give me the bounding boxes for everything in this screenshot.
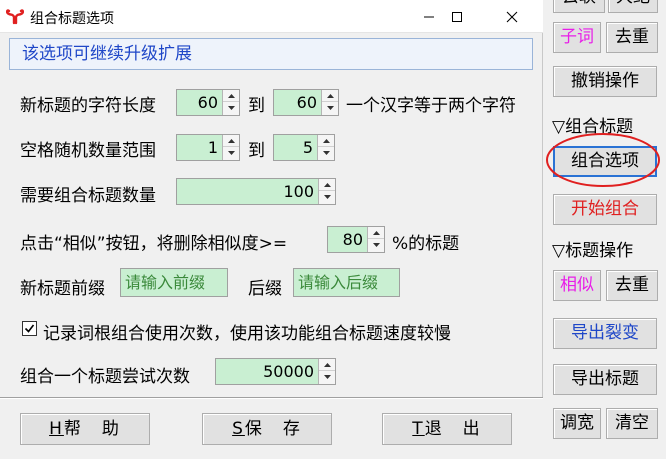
section-title-ops-label: ▽标题操作: [552, 241, 634, 261]
dedupe-button-2[interactable]: 去重: [606, 270, 658, 301]
spin-down-icon[interactable]: [319, 191, 335, 203]
spin-down-icon[interactable]: [322, 102, 338, 114]
export-split-button[interactable]: 导出裂变: [553, 318, 657, 349]
stepper-arrows: [367, 227, 384, 252]
title-bar[interactable]: 组合标题选项: [0, 0, 543, 33]
prefix-input[interactable]: 请输入前缀: [120, 268, 228, 297]
length-label: 新标题的字符长度: [20, 96, 156, 116]
exit-button[interactable]: T退 出: [382, 413, 512, 445]
similar-button[interactable]: 相似: [553, 270, 601, 301]
help-button[interactable]: H帮 助: [20, 413, 150, 445]
clear-button[interactable]: 清空: [606, 408, 658, 439]
tries-stepper[interactable]: 50000: [215, 358, 336, 385]
partial-button-right[interactable]: 大纪: [608, 0, 658, 13]
count-label: 需要组合标题数量: [20, 186, 156, 206]
dialog-footer: H帮 助 S保 存 T退 出: [0, 399, 543, 459]
exit-hotkey: T: [412, 419, 425, 439]
spin-down-icon[interactable]: [318, 147, 334, 159]
space-max-value[interactable]: 5: [274, 135, 316, 160]
stepper-arrows: [321, 90, 338, 115]
spin-up-icon[interactable]: [319, 179, 335, 191]
exit-button-label: 退 出: [424, 419, 482, 439]
spin-down-icon[interactable]: [223, 147, 239, 159]
checkmark-icon: [24, 324, 35, 333]
prefix-label: 新标题前缀: [20, 279, 105, 299]
suffix-label: 后缀: [248, 279, 282, 299]
spin-down-icon[interactable]: [319, 371, 335, 383]
similarity-value[interactable]: 80: [328, 227, 366, 252]
save-button[interactable]: S保 存: [202, 413, 332, 445]
info-banner: 该选项可继续升级扩展: [9, 38, 533, 70]
widen-button[interactable]: 调宽: [553, 408, 601, 439]
space-to-label: 到: [248, 141, 265, 161]
count-value[interactable]: 100: [177, 179, 317, 204]
stepper-arrows: [222, 90, 239, 115]
suffix-input[interactable]: 请输入后缀: [293, 268, 400, 297]
tries-label: 组合一个标题尝试次数: [20, 367, 190, 387]
maximize-button[interactable]: [434, 0, 480, 33]
help-button-label: 帮 助: [63, 419, 121, 439]
dedupe-button-1[interactable]: 去重: [606, 22, 658, 53]
help-hotkey: H: [49, 419, 64, 439]
length-max-value[interactable]: 60: [274, 90, 320, 115]
similarity-stepper[interactable]: 80: [327, 226, 385, 253]
length-min-stepper[interactable]: 60: [176, 89, 240, 116]
spin-up-icon[interactable]: [318, 135, 334, 147]
stepper-arrows: [222, 135, 239, 160]
similar-label: 点击“相似”按钮，将删除相似度>=: [20, 234, 288, 254]
similar-suffix: %的标题: [392, 234, 460, 254]
save-button-label: 保 存: [244, 419, 302, 439]
combine-options-button[interactable]: 组合选项: [553, 146, 657, 177]
space-label: 空格随机数量范围: [20, 141, 156, 161]
length-note: 一个汉字等于两个字符: [346, 96, 516, 116]
count-stepper[interactable]: 100: [176, 178, 336, 205]
red-ram-icon: [6, 9, 24, 25]
spin-up-icon[interactable]: [368, 227, 384, 239]
length-max-stepper[interactable]: 60: [273, 89, 339, 116]
spin-up-icon[interactable]: [322, 90, 338, 102]
stepper-arrows: [317, 135, 334, 160]
partial-button-left[interactable]: 去联: [553, 0, 605, 13]
stepper-arrows: [318, 179, 335, 204]
spin-up-icon[interactable]: [223, 90, 239, 102]
length-to-label: 到: [248, 96, 265, 116]
space-min-value[interactable]: 1: [177, 135, 221, 160]
stepper-arrows: [318, 359, 335, 384]
spin-up-icon[interactable]: [319, 359, 335, 371]
export-titles-button[interactable]: 导出标题: [553, 364, 657, 395]
save-hotkey: S: [232, 419, 245, 439]
undo-button[interactable]: 撤销操作: [553, 66, 657, 97]
record-checkbox[interactable]: [22, 321, 37, 336]
record-label[interactable]: 记录词根组合使用次数，使用该功能组合标题速度较慢: [43, 319, 451, 344]
spin-down-icon[interactable]: [368, 239, 384, 251]
close-icon: [506, 11, 518, 22]
start-combine-button[interactable]: 开始组合: [553, 194, 657, 225]
spin-down-icon[interactable]: [223, 102, 239, 114]
space-min-stepper[interactable]: 1: [176, 134, 240, 161]
space-max-stepper[interactable]: 5: [273, 134, 335, 161]
section-combine-label: ▽组合标题: [552, 117, 634, 137]
spin-up-icon[interactable]: [223, 135, 239, 147]
subword-button[interactable]: 子词: [553, 22, 601, 53]
tries-value[interactable]: 50000: [216, 359, 317, 384]
dialog-title: 组合标题选项: [30, 11, 114, 27]
combine-options-dialog: 组合标题选项 该选项可继续升级扩展 新标题的字符长度 60 到 60 一个汉字等…: [0, 0, 543, 459]
close-button[interactable]: [489, 0, 535, 33]
maximize-icon: [452, 11, 462, 22]
length-min-value[interactable]: 60: [177, 90, 221, 115]
